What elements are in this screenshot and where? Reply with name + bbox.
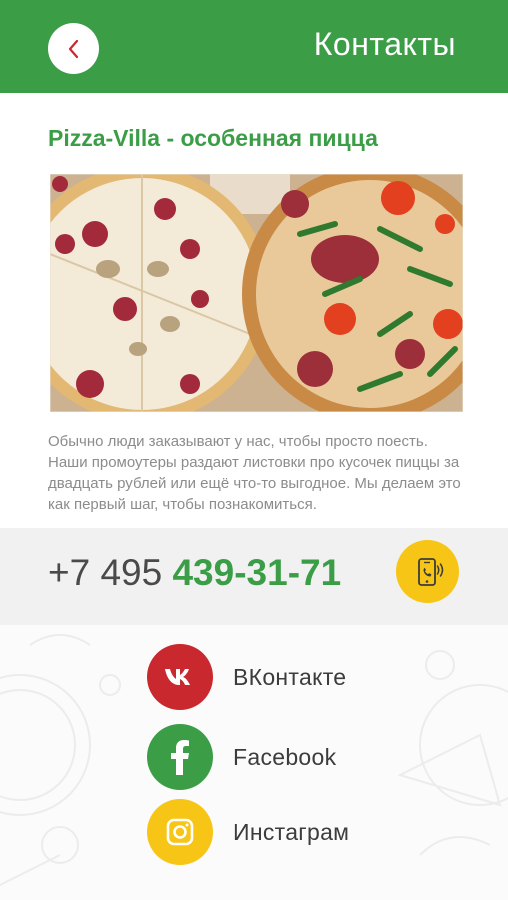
call-button[interactable]: [396, 540, 459, 603]
phone-main-digits: 439-31-71: [172, 552, 342, 593]
page-title: Pizza-Villa - особенная пицца: [48, 125, 378, 151]
phone-number[interactable]: +7 495 439-31-71: [48, 552, 341, 594]
social-label-instagram: Инстаграм: [233, 818, 350, 845]
facebook-circle: [147, 724, 213, 790]
vk-icon: [165, 669, 190, 685]
back-button[interactable]: [48, 23, 99, 74]
instagram-circle: [147, 799, 213, 865]
social-label-vk: ВКонтакте: [233, 663, 347, 690]
chevron-left-icon: [68, 39, 78, 58]
pizza-photo: [50, 174, 463, 412]
instagram-icon: [166, 818, 194, 846]
social-instagram[interactable]: Инстаграм: [147, 799, 349, 865]
header-title: Контакты: [313, 26, 456, 62]
phone-section: +7 495 439-31-71: [0, 528, 508, 625]
description-text: Обычно люди заказывают у нас, чтобы прос…: [48, 433, 461, 513]
phone-prefix: +7 495: [48, 552, 173, 593]
social-facebook[interactable]: Facebook: [147, 724, 336, 790]
phone-call-icon: [417, 557, 443, 586]
app-header: Контакты: [0, 0, 508, 93]
social-vk[interactable]: ВКонтакте: [147, 644, 346, 710]
vk-circle: [147, 644, 213, 710]
social-label-facebook: Facebook: [233, 743, 337, 770]
facebook-icon: [171, 740, 189, 775]
social-section: ВКонтакте Facebook Инстаграм: [0, 625, 508, 900]
